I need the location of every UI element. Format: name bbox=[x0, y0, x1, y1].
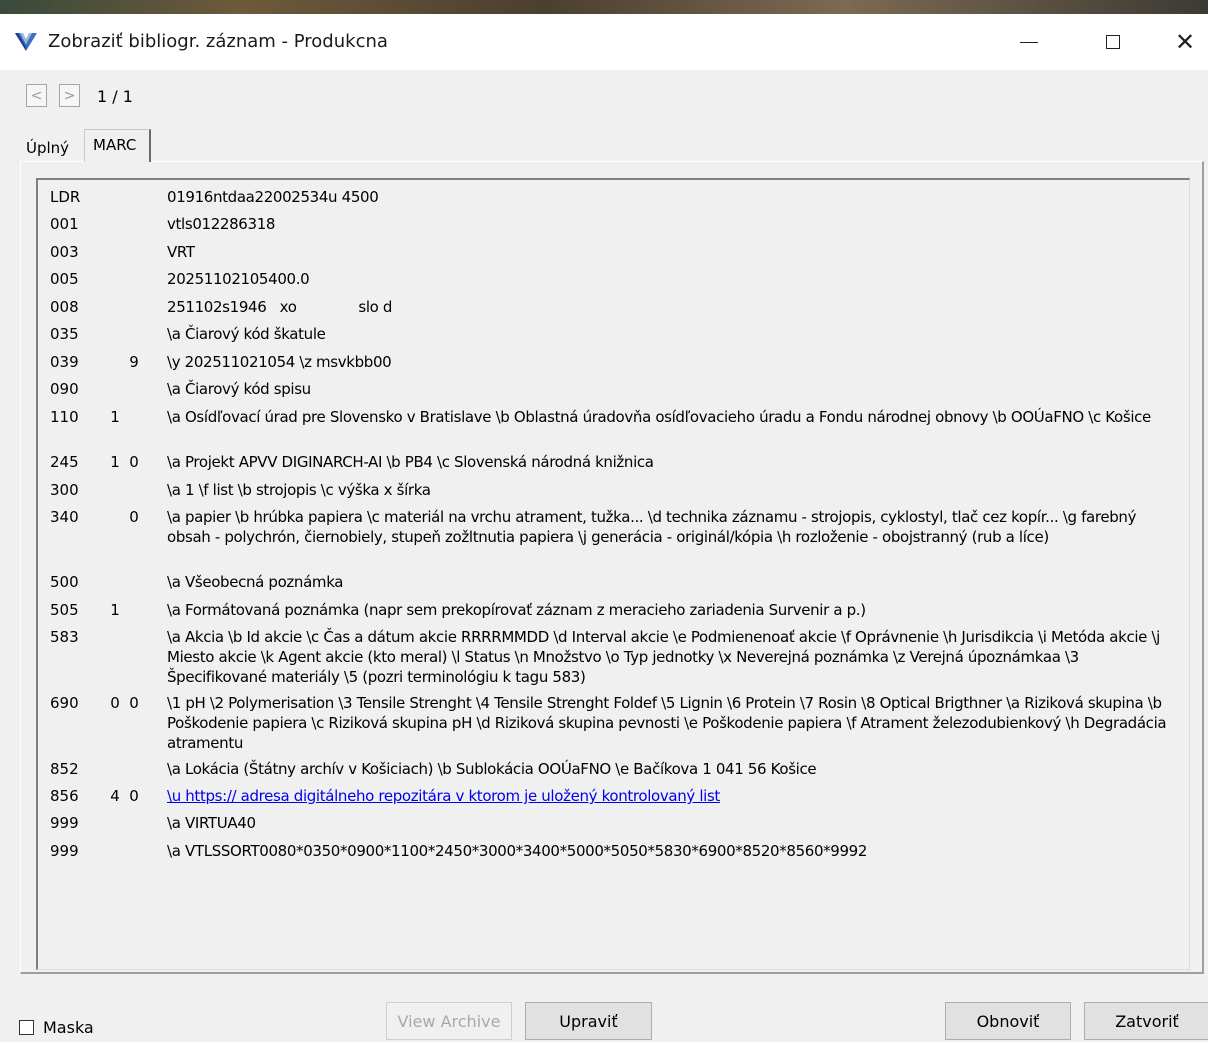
marc-indicator-2: 0 bbox=[129, 694, 139, 712]
marc-field-value: \a Čiarový kód spisu bbox=[167, 380, 311, 398]
marc-indicator-1: 1 bbox=[110, 453, 120, 471]
marc-field-link[interactable]: \u https:// adresa digitálneho repozitár… bbox=[167, 786, 1177, 806]
marc-field-value: \y 202511021054 \z msvkbb00 bbox=[167, 353, 392, 371]
view-archive-button[interactable]: View Archive bbox=[386, 1002, 512, 1040]
mask-label: Maska bbox=[43, 1018, 94, 1037]
mask-checkbox[interactable] bbox=[19, 1020, 34, 1035]
marc-tag: 035 bbox=[50, 325, 79, 343]
maximize-button[interactable] bbox=[1078, 14, 1148, 70]
marc-field-value: \a VIRTUA40 bbox=[167, 814, 256, 832]
marc-indicator-1: 1 bbox=[110, 601, 120, 619]
marc-tag: 003 bbox=[50, 243, 79, 261]
marc-tag: 005 bbox=[50, 270, 79, 288]
record-counter: 1 / 1 bbox=[97, 87, 133, 106]
marc-tag: 001 bbox=[50, 215, 79, 233]
marc-tag: 300 bbox=[50, 481, 79, 499]
marc-indicator-2: 9 bbox=[129, 353, 139, 371]
marc-indicator-1: 4 bbox=[110, 787, 120, 805]
previous-record-button[interactable]: < bbox=[26, 84, 47, 107]
marc-tag: LDR bbox=[50, 188, 81, 206]
marc-field-value: \a Projekt APVV DIGINARCH-AI \b PB4 \c S… bbox=[167, 453, 654, 471]
marc-tag: 690 bbox=[50, 694, 79, 712]
marc-tag: 500 bbox=[50, 573, 79, 591]
marc-tag: 999 bbox=[50, 842, 79, 860]
marc-tag: 583 bbox=[50, 628, 79, 646]
edit-button[interactable]: Upraviť bbox=[525, 1002, 652, 1040]
maximize-icon bbox=[1106, 35, 1120, 49]
marc-indicator-2: 0 bbox=[129, 787, 139, 805]
marc-tag: 340 bbox=[50, 508, 79, 526]
marc-tag: 999 bbox=[50, 814, 79, 832]
marc-field-value: \a Osídľovací úrad pre Slovensko v Brati… bbox=[167, 408, 1151, 426]
marc-indicator-1: 1 bbox=[110, 408, 120, 426]
tab-marc[interactable]: MARC bbox=[84, 129, 151, 162]
next-record-button[interactable]: > bbox=[59, 84, 80, 107]
close-window-button[interactable]: ✕ bbox=[1150, 14, 1208, 70]
background-strip bbox=[0, 0, 1208, 14]
marc-field-value: \a 1 \f list \b strojopis \c výška x šír… bbox=[167, 481, 431, 499]
marc-tag: 008 bbox=[50, 298, 79, 316]
marc-field-value: 01916ntdaa22002534u 4500 bbox=[167, 188, 379, 206]
marc-tag: 856 bbox=[50, 787, 79, 805]
marc-indicator-1: 0 bbox=[110, 694, 120, 712]
marc-tag: 090 bbox=[50, 380, 79, 398]
close-icon: ✕ bbox=[1174, 28, 1196, 56]
marc-field-value: vtls012286318 bbox=[167, 215, 276, 233]
virtua-v-icon bbox=[15, 33, 37, 51]
marc-tag: 245 bbox=[50, 453, 79, 471]
marc-indicator-2: 0 bbox=[129, 453, 139, 471]
marc-field-value: \a Akcia \b Id akcie \c Čas a dátum akci… bbox=[167, 628, 1165, 686]
marc-indicator-2: 0 bbox=[129, 508, 139, 526]
title-bar[interactable]: Zobraziť bibliogr. záznam - Produkcna ✕ bbox=[0, 14, 1208, 70]
marc-field-value: \a papier \b hrúbka papiera \c materiál … bbox=[167, 508, 1141, 546]
marc-tag: 110 bbox=[50, 408, 79, 426]
minimize-icon bbox=[1020, 41, 1038, 43]
window-title: Zobraziť bibliogr. záznam - Produkcna bbox=[48, 31, 388, 52]
tab-full[interactable]: Úplný bbox=[26, 136, 69, 162]
marc-field-value: VRT bbox=[167, 243, 195, 261]
marc-field-value: \a Čiarový kód škatule bbox=[167, 325, 326, 343]
minimize-button[interactable] bbox=[994, 14, 1064, 70]
marc-field-value: 251102s1946 xo slo d bbox=[167, 298, 393, 316]
marc-field-value: \a VTLSSORT0080*0350*0900*1100*2450*3000… bbox=[167, 842, 868, 860]
marc-tag: 852 bbox=[50, 760, 79, 778]
close-button[interactable]: Zatvoriť bbox=[1084, 1002, 1208, 1040]
marc-field-value: \a Všeobecná poznámka bbox=[167, 573, 344, 591]
marc-tag: 505 bbox=[50, 601, 79, 619]
marc-tag: 039 bbox=[50, 353, 79, 371]
marc-field-value: 20251102105400.0 bbox=[167, 270, 310, 288]
refresh-button[interactable]: Obnoviť bbox=[945, 1002, 1071, 1040]
marc-field-value: \a Lokácia (Štátny archív v Košiciach) \… bbox=[167, 760, 817, 778]
marc-field-value: \a Formátovaná poznámka (napr sem prekop… bbox=[167, 601, 866, 619]
marc-field-value: \1 pH \2 Polymerisation \3 Tensile Stren… bbox=[167, 694, 1171, 752]
